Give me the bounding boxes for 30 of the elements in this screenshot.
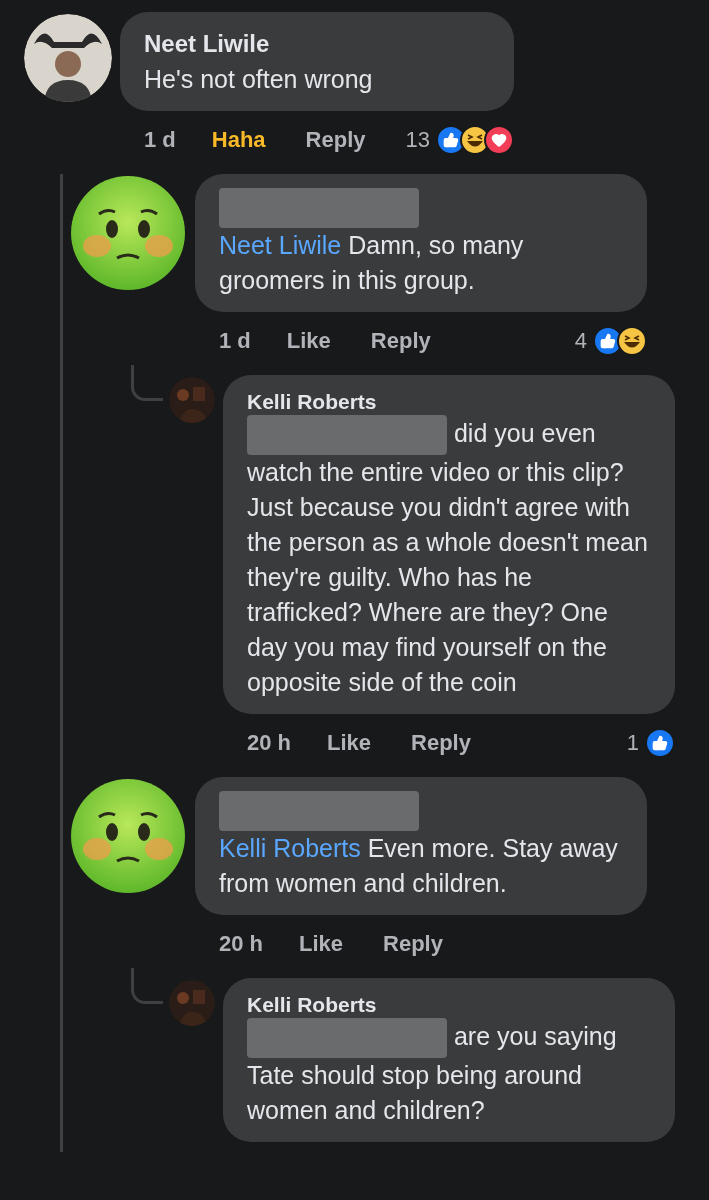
timestamp[interactable]: 20 h bbox=[247, 726, 292, 759]
reply-button[interactable]: Reply bbox=[370, 324, 431, 357]
reply-button[interactable]: Reply bbox=[383, 927, 443, 960]
timestamp[interactable]: 20 h bbox=[219, 927, 264, 960]
author-name[interactable]: Neet Liwile bbox=[144, 26, 490, 62]
comment-text: He's not often wrong bbox=[144, 64, 373, 95]
timestamp[interactable]: 1 d bbox=[144, 123, 176, 156]
comment-text: Neet Liwile Damn, so many groomers in this group. bbox=[219, 230, 525, 296]
timestamp[interactable]: 1 d bbox=[219, 324, 251, 357]
react-button[interactable]: Like bbox=[286, 324, 331, 357]
author-name[interactable]: Kelli Roberts bbox=[247, 992, 651, 1018]
comment-text: Kelli Roberts Even more. Stay away from women and children. bbox=[219, 833, 619, 899]
sick-face-icon bbox=[69, 174, 187, 292]
mention-link[interactable]: Kelli Roberts bbox=[219, 834, 361, 862]
mention-link[interactable]: Neet Liwile bbox=[219, 231, 342, 259]
react-button[interactable]: Like bbox=[327, 726, 372, 759]
react-button[interactable]: Like bbox=[299, 927, 344, 960]
thread-connector bbox=[131, 365, 163, 401]
author-name[interactable]: Kelli Roberts bbox=[247, 389, 651, 415]
thread-connector bbox=[131, 968, 163, 1004]
reply-button[interactable]: Reply bbox=[305, 123, 366, 156]
reaction-count: 13 bbox=[405, 126, 430, 154]
comment-text: did you even watch the entire video or this clip? Just because you didn't agree with the person as a whole doesn't mean they're guilty. Who has he trafficked? Where are they? One day you may find yourself on the opposite side of the coin bbox=[247, 415, 651, 700]
sick-face-icon bbox=[69, 777, 187, 895]
reaction-count: 4 bbox=[574, 327, 587, 355]
reply-button[interactable]: Reply bbox=[411, 726, 471, 759]
react-button[interactable]: Haha bbox=[211, 123, 266, 156]
laughing-face-icon bbox=[617, 325, 647, 356]
reaction-count: 1 bbox=[626, 729, 639, 757]
comment-text: are you saying Tate should stop being around women and children? bbox=[247, 1018, 651, 1128]
